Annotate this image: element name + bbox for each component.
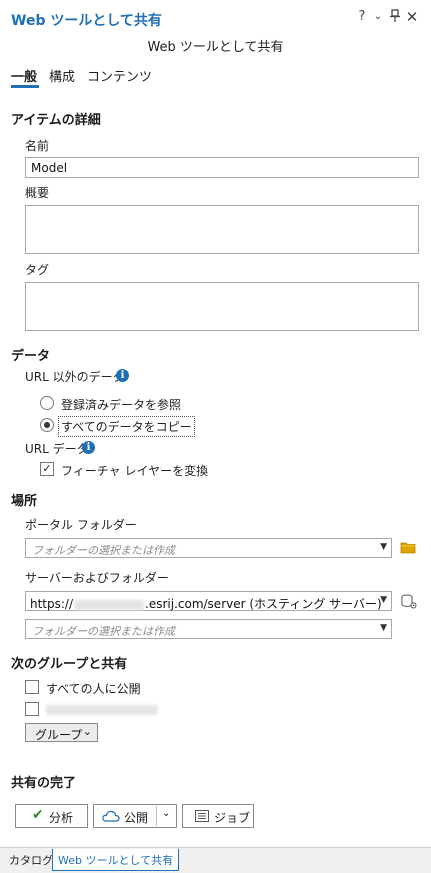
checkmark-icon: ✔ [32, 807, 44, 823]
data-heading: データ [11, 349, 51, 364]
pane-subtitle: Web ツールとして共有 [147, 40, 284, 55]
url-data-label: URL データ [25, 442, 89, 456]
help-icon[interactable]: ? [355, 9, 369, 25]
convert-feature-checkbox[interactable]: ✓ [40, 462, 54, 476]
radio-copy-all-label[interactable]: すべてのデータをコピー [58, 416, 195, 437]
pin-icon[interactable] [388, 9, 402, 28]
name-input[interactable]: Model [25, 157, 419, 178]
pane-title: Web ツールとして共有 [11, 13, 162, 29]
server-value: https:// .esrij.com/server (ホスティング サーバー) [30, 595, 382, 612]
redacted-host [74, 599, 145, 610]
list-icon [195, 810, 209, 825]
share-groups-heading: 次のグループと共有 [11, 657, 128, 672]
chevron-down-icon[interactable]: ⌄ [371, 9, 385, 25]
tags-input[interactable] [25, 282, 419, 331]
finish-sharing-heading: 共有の完了 [11, 776, 77, 791]
tab-content[interactable]: コンテンツ [87, 66, 152, 85]
folder-icon-svg [400, 542, 416, 554]
server-folder-label: サーバーおよびフォルダー [25, 571, 169, 585]
analyze-button[interactable]: ✔ 分析 [15, 804, 88, 828]
name-label: 名前 [25, 139, 50, 153]
server-folder-dropdown[interactable]: フォルダーの選択または作成 ▼ [25, 619, 392, 639]
close-icon[interactable]: ✕ [405, 9, 419, 25]
analyze-button-label: 分析 [49, 811, 74, 825]
server-prefix: https:// [30, 597, 74, 611]
radio-reference-registered-label[interactable]: 登録済みデータを参照 [61, 396, 181, 413]
server-suffix: .esrij.com/server (ホスティング サーバー) [145, 597, 382, 611]
pin-icon-svg [390, 9, 400, 22]
info-icon[interactable]: i [116, 369, 129, 382]
chevron-down-icon: ▼ [380, 595, 387, 605]
cloud-icon-svg [102, 810, 120, 822]
chevron-down-icon: ▼ [380, 542, 387, 552]
everyone-label[interactable]: すべての人に公開 [46, 680, 141, 697]
tab-share-web-tool[interactable]: Web ツールとして共有 [52, 849, 180, 871]
database-gear-icon-svg [401, 594, 417, 609]
non-url-data-label: URL 以外のデータ [25, 370, 125, 384]
list-icon-svg [195, 810, 209, 822]
location-heading: 場所 [11, 494, 38, 509]
redacted-organization-label [46, 705, 158, 715]
server-settings-icon[interactable] [401, 594, 417, 612]
name-value: Model [31, 161, 68, 175]
publish-button-label: 公開 [124, 811, 149, 825]
server-folder-placeholder: フォルダーの選択または作成 [32, 625, 175, 638]
tab-configuration[interactable]: 構成 [49, 66, 75, 85]
chevron-down-icon[interactable]: ⌄ [162, 808, 170, 819]
groups-dropdown[interactable]: グループ ⌄ [25, 723, 98, 742]
split-divider [156, 806, 157, 826]
summary-textarea[interactable] [25, 205, 419, 254]
tags-label: タグ [25, 263, 50, 277]
item-details-heading: アイテムの詳細 [11, 113, 101, 128]
jobs-button-label: ジョブ [214, 811, 251, 825]
everyone-checkbox[interactable] [25, 680, 39, 694]
radio-reference-registered[interactable] [40, 396, 54, 410]
portal-folder-label: ポータル フォルダー [25, 518, 137, 532]
folder-icon[interactable] [400, 541, 416, 557]
tab-catalog[interactable]: カタログ [9, 852, 53, 868]
active-tab-indicator [11, 85, 39, 88]
convert-feature-label[interactable]: フィーチャ レイヤーを変換 [61, 462, 208, 479]
portal-folder-placeholder: フォルダーの選択または作成 [32, 544, 175, 557]
chevron-down-icon: ⌄ [82, 725, 92, 738]
portal-folder-dropdown[interactable]: フォルダーの選択または作成 ▼ [25, 538, 392, 558]
radio-copy-all[interactable] [40, 418, 54, 432]
info-icon-url[interactable]: i [82, 441, 95, 454]
publish-button[interactable]: 公開 ⌄ [93, 804, 177, 828]
tab-general[interactable]: 一般 [11, 66, 37, 85]
summary-label: 概要 [25, 186, 50, 200]
organization-checkbox[interactable] [25, 702, 39, 716]
cloud-icon [102, 810, 120, 825]
jobs-button[interactable]: ジョブ [182, 804, 254, 828]
server-dropdown[interactable]: https://.esrij.com/server (ホスティング サーバー) … [25, 591, 392, 611]
chevron-down-icon: ▼ [380, 623, 387, 633]
groups-dropdown-label: グループ [35, 728, 83, 742]
